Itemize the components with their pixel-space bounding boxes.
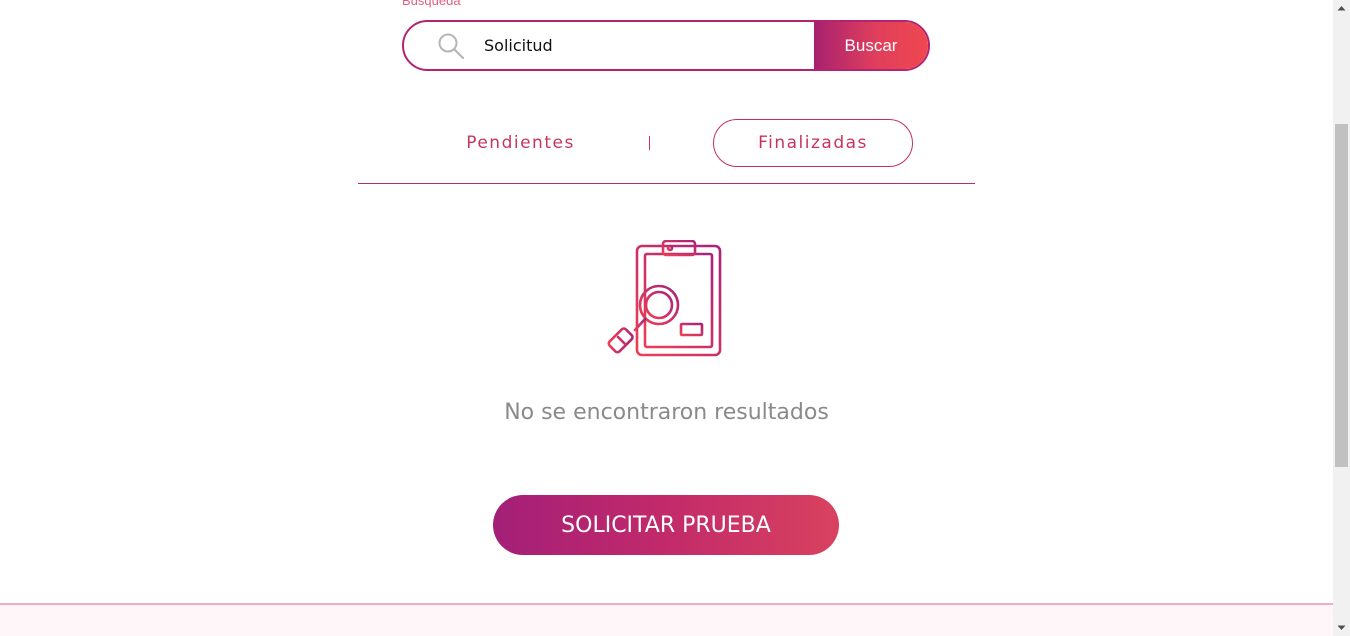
search-input[interactable] [484, 22, 814, 69]
tab-divider [649, 136, 650, 150]
scrollbar-thumb[interactable] [1335, 124, 1348, 467]
scroll-up-arrow-icon[interactable] [1333, 0, 1350, 17]
search-icon [438, 33, 465, 60]
search-button[interactable]: Buscar [814, 22, 928, 69]
empty-state-message: No se encontraron resultados [504, 400, 829, 425]
tabs-underline [358, 183, 975, 184]
footer-bar [0, 603, 1333, 636]
request-test-button[interactable]: SOLICITAR PRUEBA [493, 495, 839, 555]
search-bar: Buscar [402, 20, 930, 71]
scrollbar[interactable] [1333, 0, 1350, 636]
tab-finalizadas[interactable]: Finalizadas [713, 119, 913, 167]
clipboard-search-icon [607, 240, 722, 357]
search-label: Búsqueda [402, 0, 461, 8]
scroll-down-arrow-icon[interactable] [1333, 619, 1350, 636]
tab-pendientes[interactable]: Pendientes [428, 120, 613, 166]
